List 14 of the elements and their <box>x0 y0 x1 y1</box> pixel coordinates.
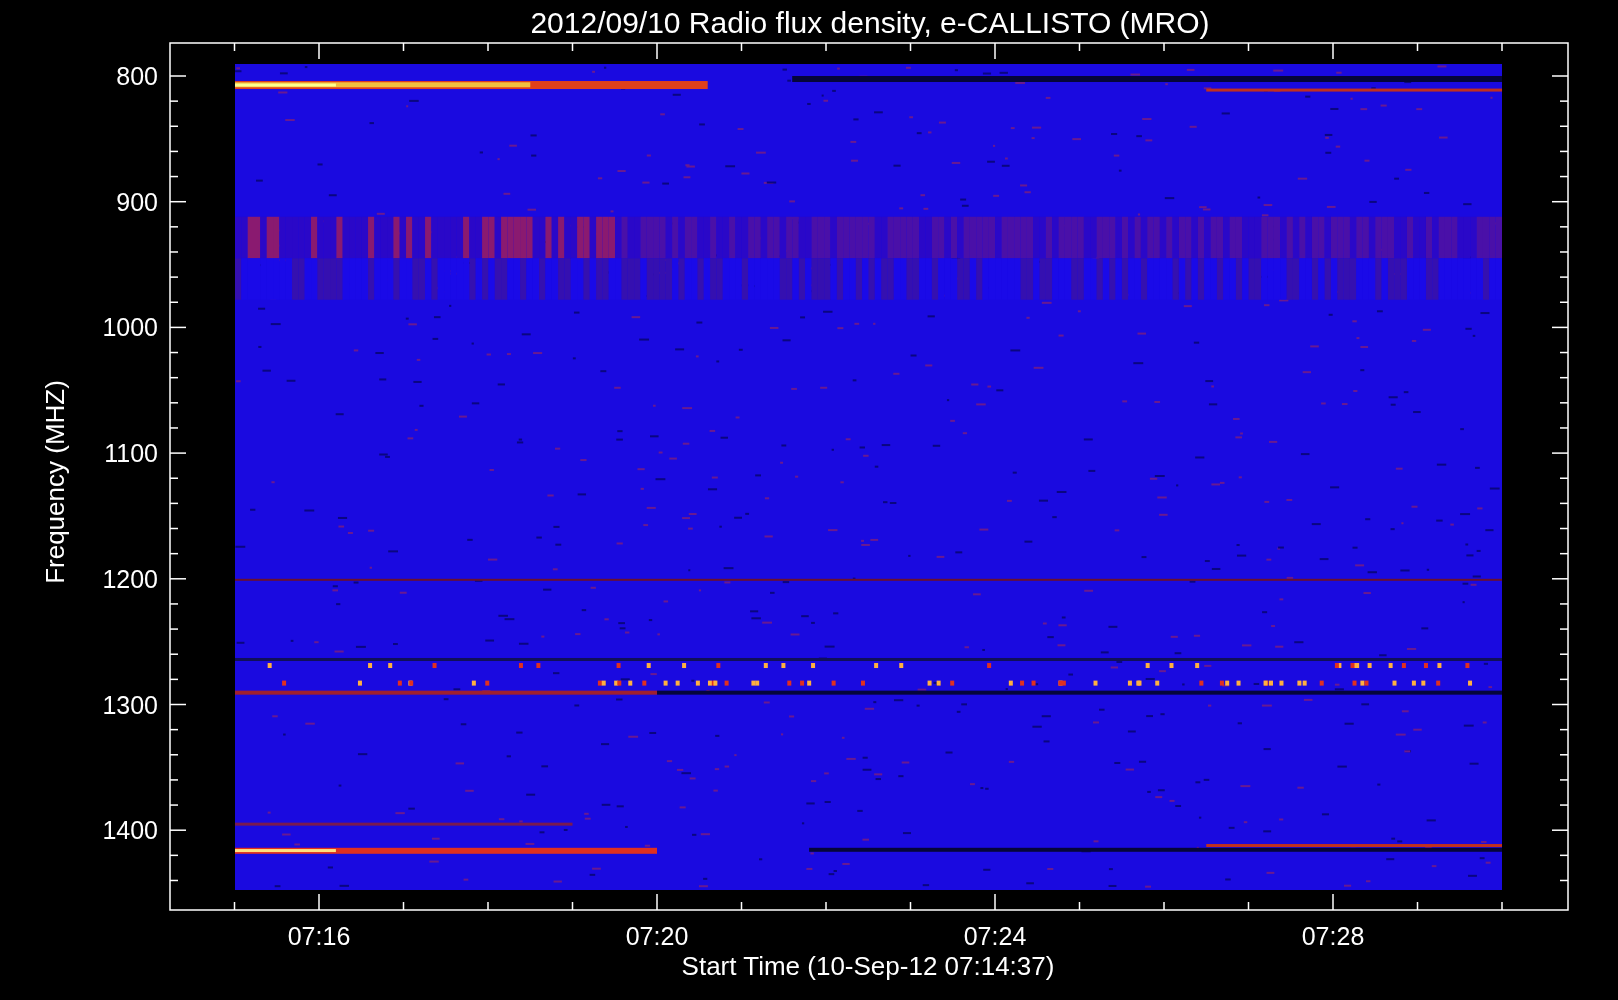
y-tick-label: 1100 <box>104 439 158 468</box>
x-tick-label: 07:20 <box>625 922 689 950</box>
chart-title: 2012/09/10 Radio flux density, e-CALLISTO (MRO) <box>530 6 1210 39</box>
x-axis-label: Start Time (10-Sep-12 07:14:37) <box>681 951 1055 981</box>
y-tick-label: 900 <box>116 187 158 216</box>
y-tick-label: 1400 <box>102 816 158 845</box>
x-tick-label: 07:16 <box>287 922 351 950</box>
y-tick-label: 1000 <box>102 313 158 342</box>
y-tick-label: 1300 <box>102 690 158 719</box>
y-axis-label: Frequency (MHZ) <box>40 380 70 584</box>
y-tick-label: 800 <box>116 62 158 90</box>
y-tick-label: 1200 <box>102 564 158 593</box>
x-tick-label: 07:28 <box>1301 922 1365 950</box>
x-tick-label: 07:24 <box>963 922 1027 950</box>
